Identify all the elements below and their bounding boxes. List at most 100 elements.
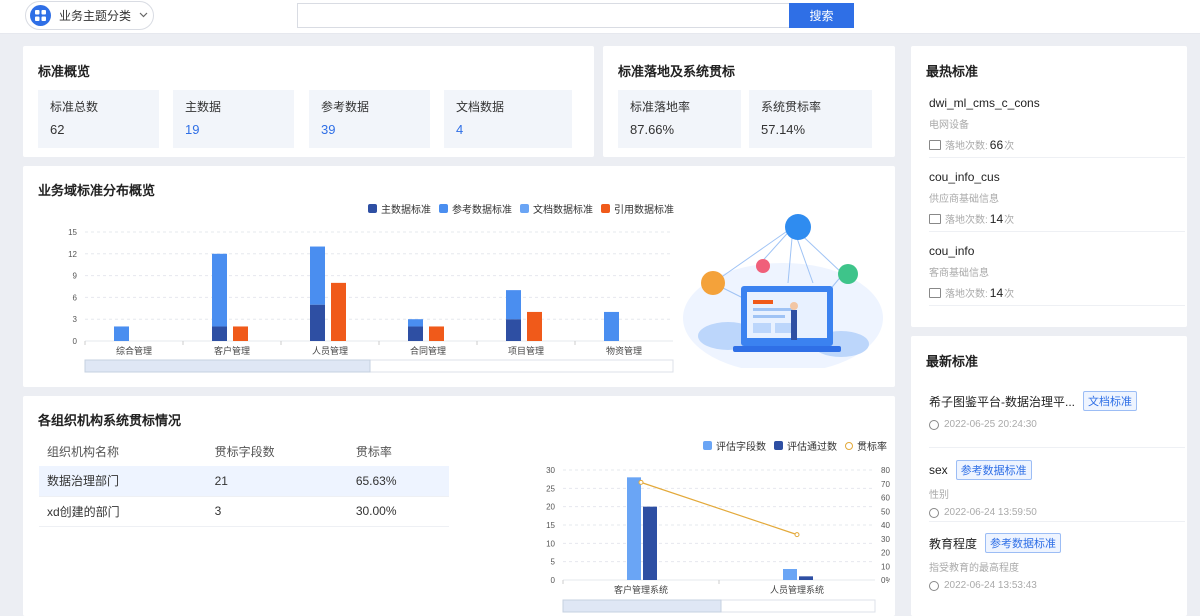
stat-system-rate: 系统贯标率 57.14% [749, 90, 872, 148]
new-item-name[interactable]: sex [929, 463, 948, 477]
table-cell: 21 [206, 466, 348, 497]
count-suffix: 次 [1004, 215, 1015, 226]
table-row[interactable]: 数据治理部门 21 65.63% [39, 466, 449, 497]
overview-title: 标准概览 [38, 64, 91, 79]
hot-item-name[interactable]: cou_info_cus [929, 170, 1189, 184]
legend-item[interactable]: 评估字段数 [703, 438, 766, 453]
x-tick-label: 物资管理 [606, 345, 642, 356]
hot-item-desc: 客商基础信息 [929, 268, 989, 279]
bar [331, 282, 346, 341]
bar [783, 569, 797, 580]
search-button[interactable]: 搜索 [789, 3, 854, 28]
count-prefix: 落地次数: [945, 215, 988, 226]
landing-icon [929, 139, 941, 150]
count-prefix: 落地次数: [945, 141, 988, 152]
new-item[interactable]: 教育程度 参考数据标准 指受教育的最高程度 2022-06-24 13:53:43 [929, 533, 1189, 591]
x-tick-label: 综合管理 [116, 345, 152, 356]
stat-label: 参考数据 [321, 100, 370, 114]
stat-document[interactable]: 文档数据 4 [444, 90, 572, 148]
stat-label: 标准落地率 [630, 100, 691, 114]
count-value: 66 [989, 137, 1004, 152]
bar [114, 326, 129, 341]
hot-item-name[interactable]: dwi_ml_cms_c_cons [929, 96, 1189, 110]
rate-line [640, 481, 798, 536]
new-item-time: 2022-06-24 13:53:43 [944, 580, 1037, 591]
divider [929, 305, 1185, 306]
stat-reference[interactable]: 参考数据 39 [309, 90, 430, 148]
new-item[interactable]: sex 参考数据标准 性别 2022-06-24 13:59:50 [929, 460, 1189, 518]
x-tick-label: 项目管理 [508, 345, 544, 356]
bar [627, 477, 641, 580]
count-value: 14 [989, 285, 1004, 300]
stat-value: 57.14% [761, 122, 806, 137]
y2-tick-label: 0% [881, 576, 890, 585]
hot-item[interactable]: cou_info_cus 供应商基础信息 落地次数: 14 次 [929, 170, 1189, 226]
org-chart-legend: 评估字段数 评估通过数 贯标率 [703, 438, 887, 453]
bar [212, 326, 227, 341]
count-value: 14 [989, 211, 1004, 226]
stat-master[interactable]: 主数据 19 [173, 90, 294, 148]
divider [929, 521, 1185, 522]
clock-icon [929, 580, 939, 591]
hot-item-count: 落地次数: 66 次 [929, 137, 1189, 152]
stat-value[interactable]: 39 [321, 122, 335, 137]
org-table: 组织机构名称 贯标字段数 贯标率 数据治理部门 21 65.63% xd创建的部… [39, 436, 449, 527]
x-tick-label: 客户管理系统 [614, 584, 668, 595]
table-cell: 30.00% [347, 496, 449, 527]
y-tick-label: 10 [546, 539, 555, 548]
new-item[interactable]: 希子图鉴平台-数据治理平... 文档标准 2022-06-25 20:24:30 [929, 391, 1189, 430]
clock-icon [929, 507, 939, 518]
legend-label: 贯标率 [857, 442, 887, 453]
category-dropdown[interactable]: 业务主题分类 [25, 1, 154, 30]
legend-item[interactable]: 贯标率 [845, 438, 887, 453]
hot-item[interactable]: cou_info 客商基础信息 落地次数: 14 次 [929, 244, 1189, 300]
stat-value[interactable]: 19 [185, 122, 199, 137]
y-tick-label: 15 [68, 228, 77, 237]
y-tick-label: 5 [551, 558, 556, 567]
x-tick-label: 人员管理系统 [770, 584, 824, 595]
bar [527, 311, 542, 341]
hot-item-desc: 电网设备 [929, 120, 969, 131]
y-tick-label: 12 [68, 250, 77, 259]
new-item-name[interactable]: 教育程度 [929, 535, 977, 552]
table-cell: 3 [206, 496, 348, 527]
y-tick-label: 30 [546, 466, 555, 475]
y-tick-label: 9 [73, 272, 78, 281]
table-row[interactable]: xd创建的部门 3 30.00% [39, 496, 449, 527]
newest-card: 最新标准 希子图鉴平台-数据治理平... 文档标准 2022-06-25 20:2… [911, 336, 1187, 616]
stat-value[interactable]: 4 [456, 122, 463, 137]
search-input[interactable] [297, 3, 789, 28]
y-tick-label: 3 [73, 315, 78, 324]
stat-value: 87.66% [630, 122, 675, 137]
bar [643, 506, 657, 580]
domain-bar-chart: 0 3 6 9 12 15 综合管理 客户管理 人员管理 合同管理 项目管理 物资管理 [68, 228, 674, 373]
rate-point [638, 479, 644, 485]
org-bar-chart: 0 5 10 15 20 25 30 0% 10% 20% 30% 40% 50% 60% 70% 80% 客户… [546, 466, 890, 613]
bar [233, 326, 248, 341]
chevron-down-icon [139, 10, 148, 21]
bar [408, 326, 423, 341]
column-header: 组织机构名称 [47, 444, 120, 459]
zoom-slider-window [562, 599, 722, 613]
y2-tick-label: 80% [881, 466, 890, 475]
hot-item-name[interactable]: cou_info [929, 244, 1189, 258]
landing-icon [929, 287, 941, 298]
y-tick-label: 6 [73, 293, 78, 302]
rate-point [794, 532, 800, 538]
legend-item[interactable]: 评估通过数 [774, 438, 837, 453]
domain-chart-card: 业务域标准分布概览 主数据标准 参考数据标准 文档数据标准 引用数据标准 036… [23, 166, 895, 387]
hot-item[interactable]: dwi_ml_cms_c_cons 电网设备 落地次数: 66 次 [929, 96, 1189, 152]
new-item-name[interactable]: 希子图鉴平台-数据治理平... [929, 393, 1075, 410]
count-suffix: 次 [1004, 289, 1015, 300]
y2-tick-label: 20% [881, 549, 890, 558]
hottest-title: 最热标准 [926, 64, 979, 79]
bar [212, 253, 227, 327]
bar [408, 319, 423, 327]
bar [604, 311, 619, 341]
stat-label: 主数据 [185, 100, 222, 114]
y2-tick-label: 50% [881, 507, 890, 516]
y2-tick-label: 30% [881, 535, 890, 544]
org-title: 各组织机构系统贯标情况 [38, 413, 182, 428]
stat-landing-rate: 标准落地率 87.66% [618, 90, 741, 148]
landing-card: 标准落地及系统贯标 标准落地率 87.66% 系统贯标率 57.14% [603, 46, 895, 157]
